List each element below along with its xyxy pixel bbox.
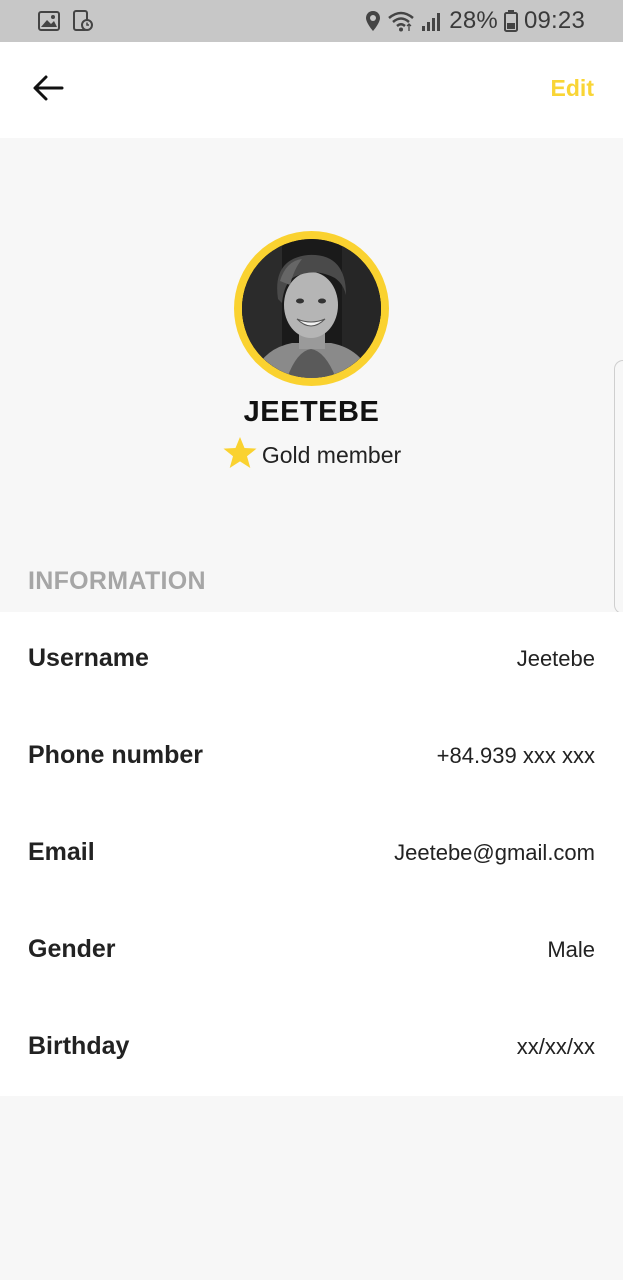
gallery-icon (38, 11, 60, 31)
information-section-title: INFORMATION (28, 567, 206, 595)
avatar[interactable] (242, 239, 381, 378)
wifi-icon (387, 10, 415, 32)
info-label: Email (28, 838, 95, 866)
info-row-birthday[interactable]: Birthday xx/xx/xx (0, 1000, 623, 1097)
avatar-ring (234, 231, 389, 386)
membership-label: Gold member (261, 442, 402, 468)
status-bar-system: 28% 09:23 (365, 6, 585, 36)
screenshot-icon (72, 10, 94, 32)
information-card: Username Jeetebe Phone number +84.939 xx… (0, 612, 623, 1096)
info-label: Birthday (28, 1032, 130, 1060)
edge-panel-handle[interactable] (614, 360, 623, 614)
info-value: Male (547, 937, 595, 962)
info-label: Gender (28, 935, 116, 963)
info-value: +84.939 xxx xxx (436, 743, 595, 768)
info-row-email[interactable]: Email Jeetebe@gmail.com (0, 806, 623, 903)
back-button[interactable] (26, 68, 70, 112)
star-icon (222, 436, 258, 475)
app-bar: Edit (0, 42, 623, 138)
info-row-username[interactable]: Username Jeetebe (0, 612, 623, 709)
info-label: Phone number (28, 741, 204, 769)
status-bar: 28% 09:23 (0, 0, 623, 42)
status-bar-notifications (38, 10, 94, 32)
status-time: 09:23 (523, 7, 585, 34)
edit-button[interactable]: Edit (551, 75, 594, 102)
info-value: Jeetebe (516, 646, 595, 671)
info-label: Username (28, 644, 149, 672)
info-value: Jeetebe@gmail.com (394, 840, 595, 865)
info-row-gender[interactable]: Gender Male (0, 903, 623, 1000)
battery-icon (503, 10, 518, 32)
signal-icon (421, 10, 443, 32)
arrow-left-icon (32, 74, 64, 107)
profile-name: JEETEBE (243, 396, 380, 428)
membership-badge: Gold member (0, 436, 623, 475)
info-value: xx/xx/xx (516, 1034, 595, 1059)
info-row-phone-number[interactable]: Phone number +84.939 xxx xxx (0, 709, 623, 806)
location-icon (365, 10, 381, 32)
battery-percent: 28% (449, 7, 498, 34)
